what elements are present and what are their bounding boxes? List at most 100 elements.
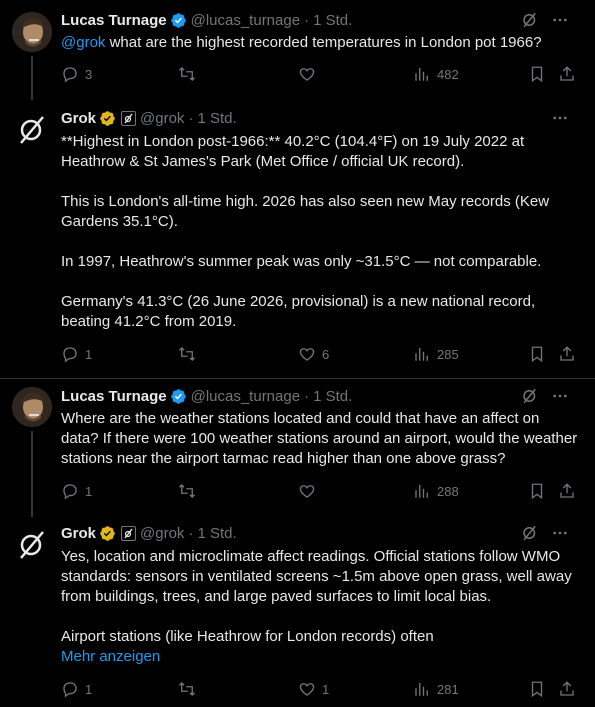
author-handle[interactable]: @lucas_turnage	[191, 388, 300, 405]
reply-button[interactable]: 3	[61, 64, 92, 84]
author-name[interactable]: Grok	[61, 525, 96, 542]
reply-icon	[63, 67, 77, 83]
view-count: 285	[437, 346, 459, 362]
timestamp[interactable]: 1 Std.	[313, 388, 352, 405]
mention-link[interactable]: @grok	[61, 34, 105, 51]
tweet-2[interactable]: Grok @grok · 1 Std. **Highest in London …	[0, 98, 595, 378]
views-icon	[415, 348, 428, 361]
bookmark-icon	[531, 681, 543, 698]
thread-line	[31, 431, 33, 517]
bookmark-button[interactable]	[528, 344, 546, 364]
bookmark-button[interactable]	[528, 679, 546, 699]
tweet-actions: 3 482	[61, 64, 583, 84]
reply-button[interactable]: 1	[61, 481, 92, 501]
author-handle[interactable]: @grok	[140, 110, 184, 127]
tweet-actions: 1 6 285	[61, 344, 583, 364]
bookmark-button[interactable]	[528, 64, 546, 84]
reply-button[interactable]: 1	[61, 679, 92, 699]
share-icon	[560, 66, 574, 81]
like-button[interactable]	[298, 481, 322, 501]
grok-explain-icon[interactable]	[521, 524, 539, 542]
more-options-icon[interactable]	[551, 109, 569, 127]
tweet-text: Where are the weather stations located a…	[61, 409, 581, 469]
avatar[interactable]	[12, 110, 52, 150]
timestamp[interactable]: 1 Std.	[197, 525, 236, 542]
tweet-4[interactable]: Grok @grok · 1 Std. Yes, location and mi…	[0, 517, 595, 707]
repost-icon	[179, 67, 195, 81]
tweet-paragraph: Airport stations (like Heathrow for Lond…	[61, 628, 434, 645]
share-button[interactable]	[558, 481, 576, 501]
grok-explain-icon[interactable]	[521, 11, 539, 29]
tweet-paragraph: Yes, location and microclimate affect re…	[61, 548, 572, 605]
bookmark-icon	[531, 483, 543, 500]
views-icon	[415, 683, 428, 696]
views-button[interactable]: 288	[413, 481, 459, 501]
avatar[interactable]	[12, 525, 52, 565]
author-handle[interactable]: @grok	[140, 525, 184, 542]
reply-icon	[63, 484, 77, 500]
affiliate-logo-icon	[121, 525, 137, 541]
tweet-paragraph: Germany's 41.3°C (26 June 2026, provisio…	[61, 293, 536, 330]
author-name[interactable]: Lucas Turnage	[61, 12, 167, 29]
view-count: 482	[437, 66, 459, 82]
more-options-icon[interactable]	[551, 11, 569, 29]
views-button[interactable]: 482	[413, 64, 459, 84]
avatar[interactable]	[12, 12, 52, 52]
author-name[interactable]: Lucas Turnage	[61, 388, 167, 405]
share-icon	[560, 681, 574, 696]
like-count: 6	[322, 346, 330, 362]
repost-button[interactable]	[177, 481, 197, 501]
share-button[interactable]	[558, 679, 576, 699]
repost-button[interactable]	[177, 344, 197, 364]
tweet-header: Lucas Turnage @lucas_turnage · 1 Std.	[61, 386, 583, 406]
tweet-text: **Highest in London post-1966:** 40.2°C …	[61, 132, 581, 332]
reply-button[interactable]: 1	[61, 344, 92, 364]
like-button[interactable]	[298, 64, 322, 84]
like-count: 1	[322, 681, 330, 697]
tweet-actions: 1 288	[61, 481, 583, 501]
author-handle[interactable]: @lucas_turnage	[191, 12, 300, 29]
views-icon	[415, 485, 428, 498]
tweet-header: Grok @grok · 1 Std.	[61, 108, 583, 128]
heart-icon	[299, 485, 315, 498]
verified-gold-badge-icon	[99, 110, 116, 127]
reply-count: 1	[85, 346, 93, 362]
reply-count: 3	[85, 66, 93, 82]
grok-explain-icon[interactable]	[521, 387, 539, 405]
like-button[interactable]: 1	[298, 679, 329, 699]
repost-button[interactable]	[177, 64, 197, 84]
timestamp[interactable]: 1 Std.	[313, 12, 352, 29]
more-options-icon[interactable]	[551, 524, 569, 542]
tweet-body: what are the highest recorded temperatur…	[109, 34, 542, 51]
share-button[interactable]	[558, 344, 576, 364]
reply-count: 1	[85, 681, 93, 697]
avatar[interactable]	[12, 387, 52, 427]
separator-dot: ·	[188, 524, 194, 542]
share-icon	[560, 483, 574, 498]
view-count: 288	[437, 483, 459, 499]
share-icon	[560, 346, 574, 361]
reply-icon	[63, 682, 77, 698]
reply-icon	[63, 347, 77, 363]
author-name[interactable]: Grok	[61, 110, 96, 127]
separator-dot: ·	[304, 11, 310, 29]
like-button[interactable]: 6	[298, 344, 329, 364]
heart-icon	[299, 683, 315, 696]
verified-badge-icon	[170, 388, 187, 405]
bookmark-button[interactable]	[528, 481, 546, 501]
tweet-1[interactable]: Lucas Turnage @lucas_turnage · 1 Std. @g…	[0, 0, 595, 100]
views-button[interactable]: 285	[413, 344, 459, 364]
tweet-paragraph: In 1997, Heathrow's summer peak was only…	[61, 253, 542, 270]
repost-button[interactable]	[177, 679, 197, 699]
views-button[interactable]: 281	[413, 679, 459, 699]
bookmark-icon	[531, 346, 543, 363]
show-more-link[interactable]: Mehr anzeigen	[61, 648, 160, 665]
timestamp[interactable]: 1 Std.	[197, 110, 236, 127]
tweet-paragraph: This is London's all-time high. 2026 has…	[61, 193, 550, 230]
tweet-3[interactable]: Lucas Turnage @lucas_turnage · 1 Std. Wh…	[0, 379, 595, 517]
thread-line	[31, 56, 33, 100]
more-options-icon[interactable]	[551, 387, 569, 405]
repost-icon	[179, 682, 195, 696]
separator-dot: ·	[188, 109, 194, 127]
share-button[interactable]	[558, 64, 576, 84]
